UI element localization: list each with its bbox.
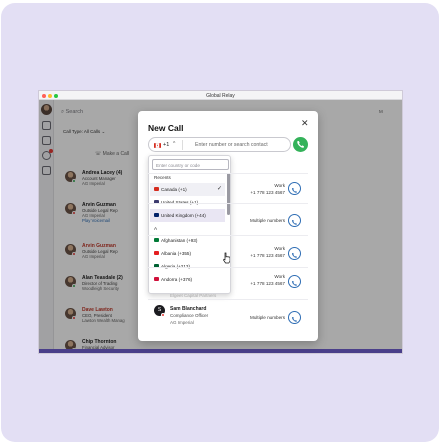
phone-icon — [292, 280, 297, 286]
window-title: Global Relay — [206, 92, 235, 99]
result-label: Work — [274, 183, 285, 188]
chevron-up-icon[interactable]: ^ — [173, 141, 175, 147]
result-label: Work — [274, 246, 285, 251]
result-number: +1 778 123 4567 — [250, 281, 285, 286]
uk-flag-icon — [154, 213, 159, 217]
bottom-accent-bar — [39, 349, 402, 353]
divider — [148, 299, 308, 300]
scrollbar-thumb[interactable] — [227, 173, 230, 215]
call-result-button[interactable] — [288, 311, 301, 324]
contact-name: Sam Blanchard — [170, 306, 207, 312]
divider — [148, 203, 308, 204]
country-label: Afghanistan (+93) — [161, 237, 198, 243]
phone-icon — [292, 219, 297, 225]
country-label: United Kingdom (+44) — [161, 212, 206, 218]
phone-icon — [292, 252, 297, 258]
pointer-hand-icon — [223, 252, 230, 264]
country-search-placeholder: Enter country or code — [156, 162, 200, 168]
checkmark-icon: ✓ — [217, 186, 223, 192]
section-recents: Recents — [154, 175, 171, 180]
call-result-button[interactable] — [288, 182, 301, 195]
call-result-button[interactable] — [288, 275, 301, 288]
phone-number-field: +1 ^ Enter number or search contact — [148, 137, 291, 152]
phone-icon — [297, 141, 304, 148]
call-button[interactable] — [293, 137, 308, 152]
divider — [148, 173, 308, 174]
divider — [148, 235, 308, 236]
canada-flag-icon — [154, 187, 159, 191]
albania-flag-icon — [154, 251, 159, 255]
divider — [182, 140, 183, 150]
result-number: +1 778 123 4567 — [250, 190, 285, 195]
afghanistan-flag-icon — [154, 238, 159, 242]
country-label: Canada (+1) — [161, 186, 187, 192]
phone-number-input[interactable]: Enter number or search contact — [195, 142, 268, 148]
canada-flag-icon — [154, 142, 161, 148]
section-a: A — [154, 226, 158, 231]
result-label: Multiple numbers — [250, 218, 285, 223]
country-search-input[interactable]: Enter country or code — [152, 159, 229, 170]
country-option[interactable]: United Kingdom (+44) — [150, 209, 225, 222]
country-option[interactable]: Albania (+355) — [150, 247, 225, 260]
result-label: Work — [274, 274, 285, 279]
contact-title: Compliance Officer — [170, 313, 209, 318]
country-label: Andorra (+376) — [161, 276, 193, 282]
phone-icon — [292, 187, 297, 193]
country-code[interactable]: +1 — [163, 142, 169, 148]
dialog-title: New Call — [148, 123, 184, 133]
call-result-button[interactable] — [288, 214, 301, 227]
result-number: +1 778 123 4567 — [250, 253, 285, 258]
call-result-button[interactable] — [288, 247, 301, 260]
title-bar: Global Relay — [39, 91, 402, 100]
page-frame: Global Relay ⌕ Search Call Type: All Cal… — [0, 0, 440, 443]
presence-dot — [161, 313, 165, 317]
close-icon[interactable]: ✕ — [301, 118, 309, 129]
result-label: Multiple numbers — [250, 315, 285, 320]
country-dropdown: Enter country or code Recents Canada (+1… — [148, 155, 231, 294]
contact-company: AG Imperial — [170, 320, 194, 325]
andorra-flag-icon — [154, 277, 159, 281]
country-option[interactable]: Andorra (+376) — [150, 273, 225, 286]
phone-icon — [292, 316, 297, 322]
country-label: Albania (+355) — [161, 250, 192, 256]
new-call-dialog: New Call ✕ +1 ^ Enter number or search c… — [138, 111, 318, 341]
divider — [148, 267, 308, 268]
country-option[interactable]: Canada (+1) ✓ — [150, 183, 225, 196]
partial-company-text: Elgeet Capital Partners — [170, 293, 217, 298]
